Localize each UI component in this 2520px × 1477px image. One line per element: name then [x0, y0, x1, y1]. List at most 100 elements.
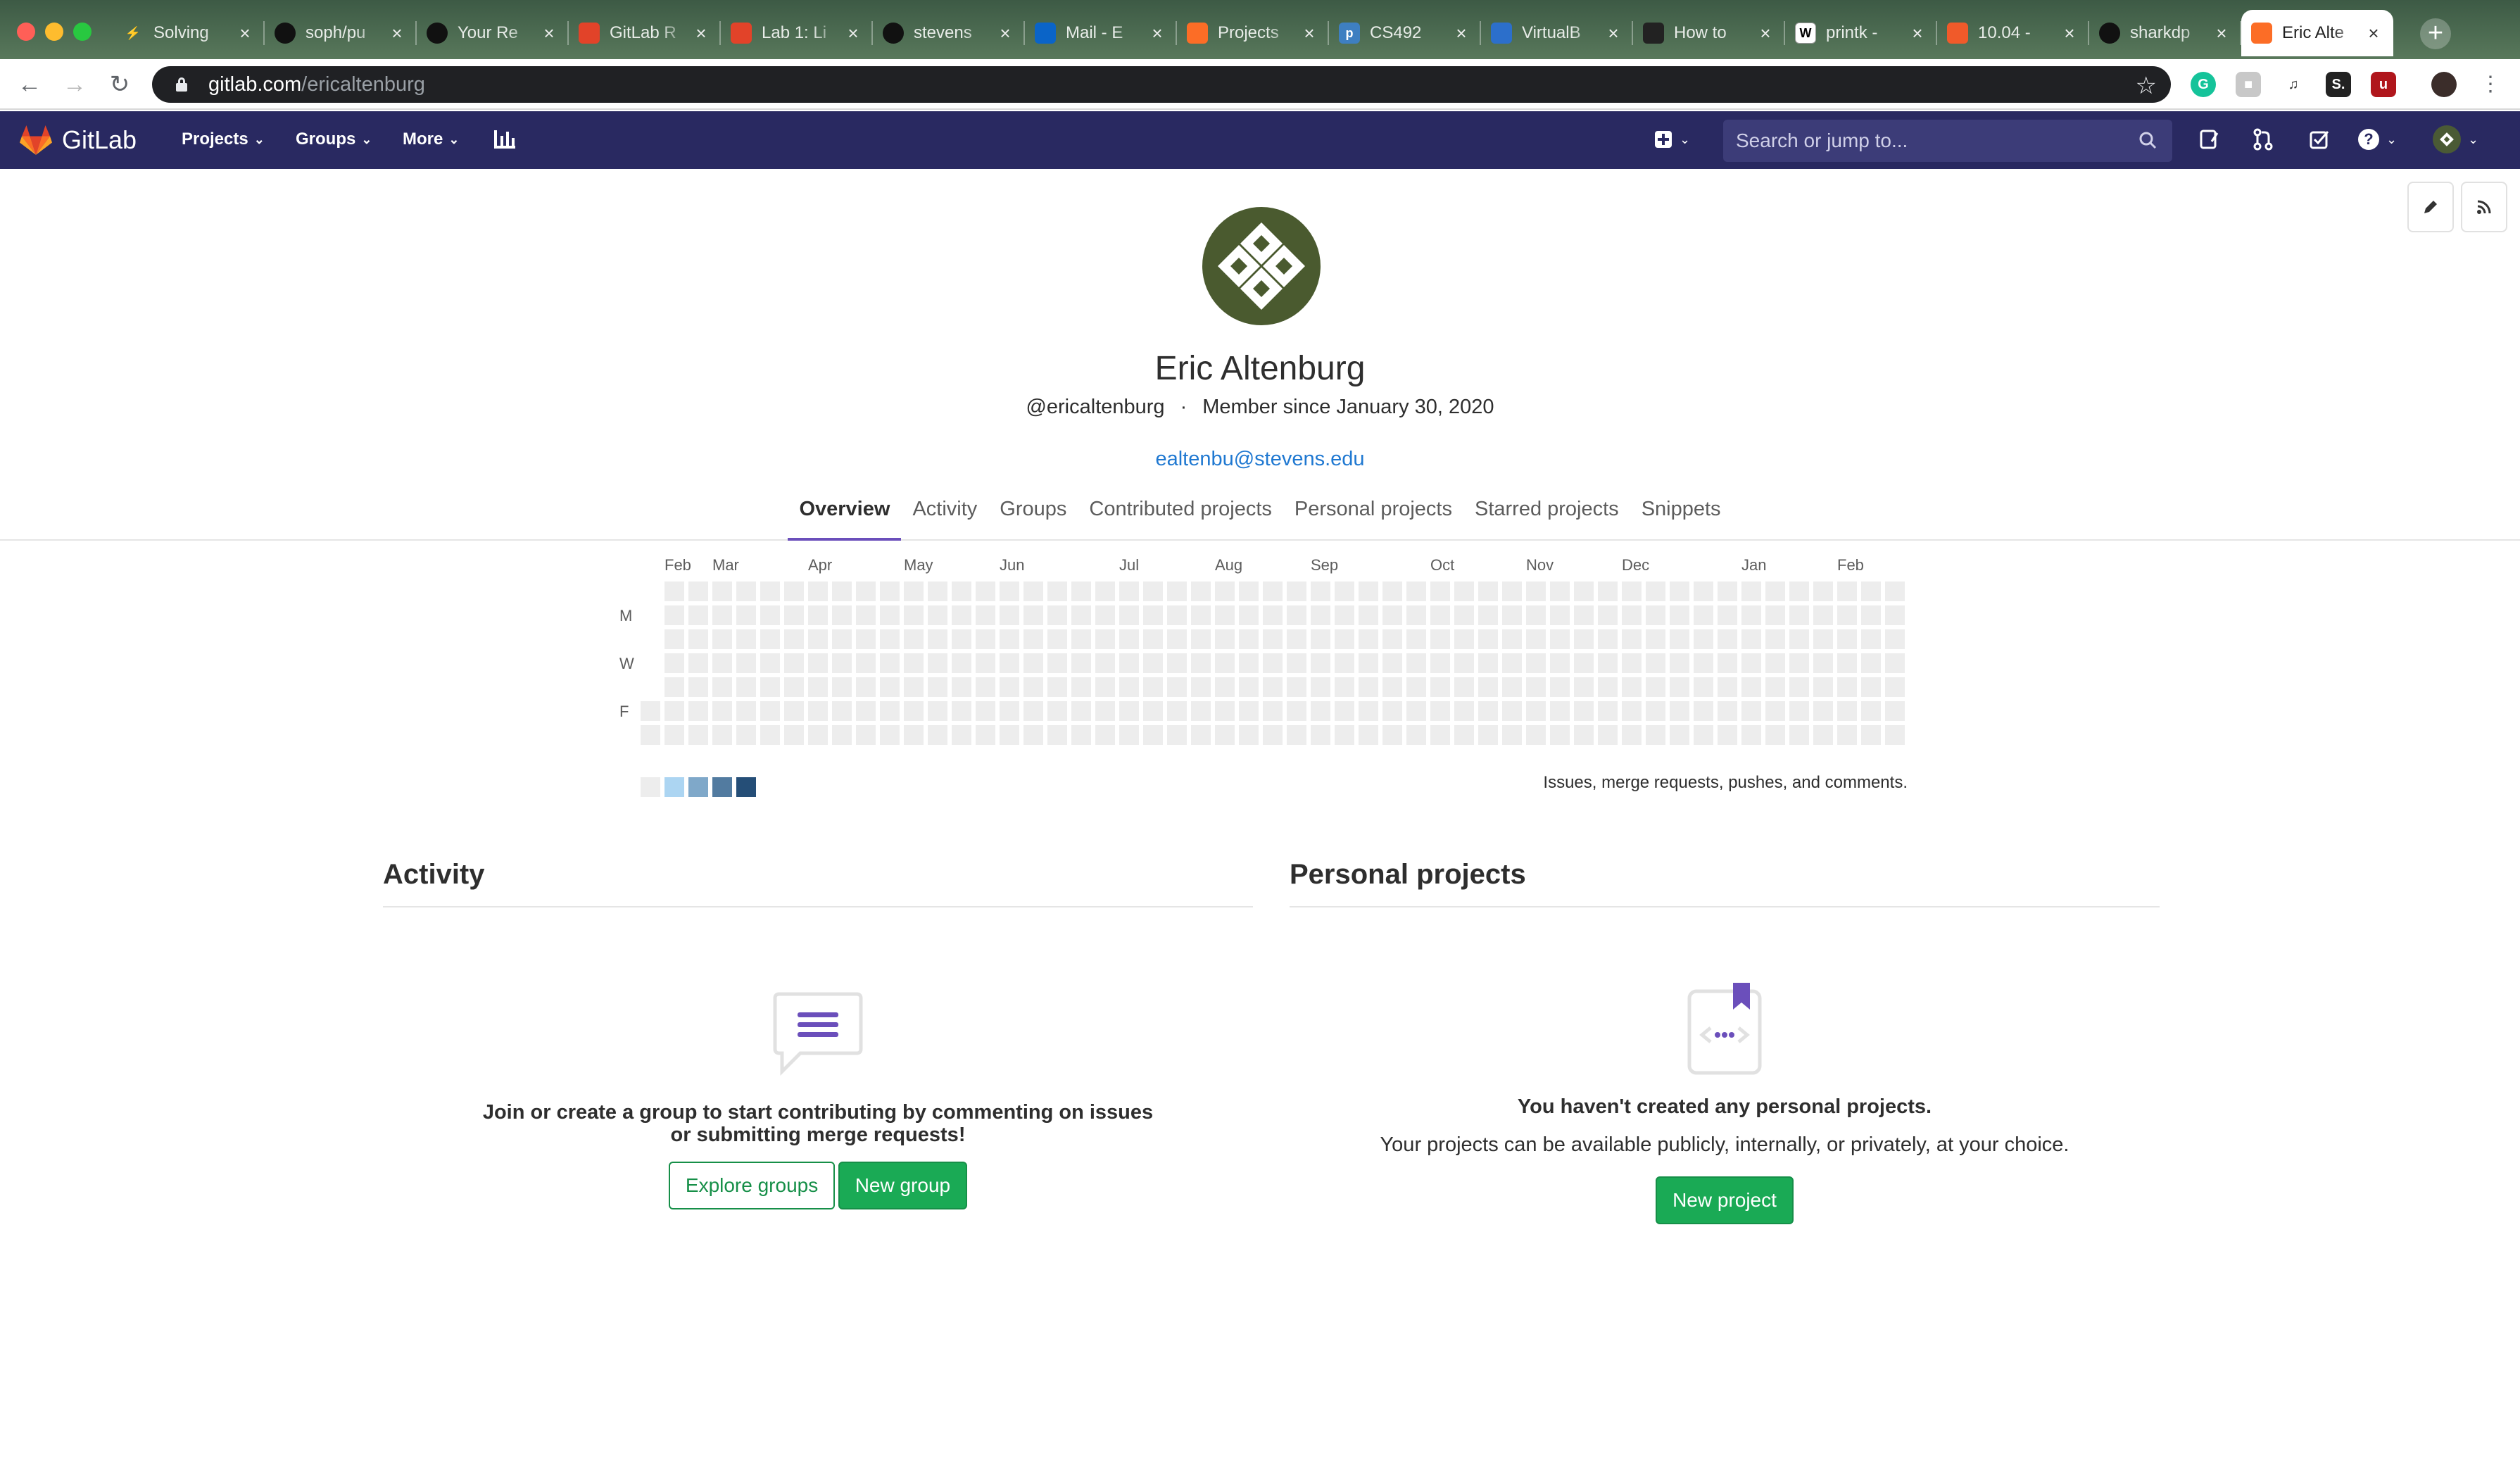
calendar-day-cell[interactable] — [1023, 725, 1043, 745]
todos-icon[interactable] — [2309, 125, 2330, 153]
calendar-day-cell[interactable] — [1143, 629, 1163, 649]
calendar-day-cell[interactable] — [1406, 605, 1426, 625]
browser-tab[interactable]: GitLab R × — [569, 10, 721, 56]
calendar-day-cell[interactable] — [1191, 701, 1211, 721]
calendar-day-cell[interactable] — [1143, 653, 1163, 673]
gitlab-home-link[interactable]: GitLab — [20, 125, 137, 155]
calendar-day-cell[interactable] — [1071, 582, 1091, 601]
search-input[interactable]: Search or jump to... — [1723, 120, 2172, 162]
calendar-day-cell[interactable] — [1646, 629, 1665, 649]
edit-profile-button[interactable] — [2407, 182, 2454, 232]
calendar-day-cell[interactable] — [880, 629, 900, 649]
calendar-day-cell[interactable] — [1861, 653, 1881, 673]
calendar-day-cell[interactable] — [1502, 582, 1522, 601]
calendar-day-cell[interactable] — [1000, 605, 1019, 625]
calendar-day-cell[interactable] — [1598, 701, 1618, 721]
calendar-day-cell[interactable] — [1550, 629, 1570, 649]
calendar-day-cell[interactable] — [1598, 677, 1618, 697]
calendar-day-cell[interactable] — [1215, 677, 1235, 697]
calendar-day-cell[interactable] — [664, 701, 684, 721]
calendar-day-cell[interactable] — [1406, 677, 1426, 697]
calendar-day-cell[interactable] — [1837, 701, 1857, 721]
calendar-day-cell[interactable] — [1167, 605, 1187, 625]
calendar-day-cell[interactable] — [808, 725, 828, 745]
calendar-day-cell[interactable] — [784, 725, 804, 745]
calendar-day-cell[interactable] — [1311, 629, 1330, 649]
calendar-day-cell[interactable] — [1837, 582, 1857, 601]
tab-personal-projects[interactable]: Personal projects — [1283, 486, 1463, 539]
calendar-day-cell[interactable] — [1239, 629, 1259, 649]
browser-tab[interactable]: soph/pu × — [265, 10, 417, 56]
calendar-day-cell[interactable] — [1047, 653, 1067, 673]
calendar-day-cell[interactable] — [928, 653, 947, 673]
calendar-day-cell[interactable] — [1287, 629, 1306, 649]
calendar-day-cell[interactable] — [1550, 605, 1570, 625]
calendar-day-cell[interactable] — [1478, 701, 1498, 721]
calendar-day-cell[interactable] — [1359, 605, 1378, 625]
calendar-day-cell[interactable] — [1000, 629, 1019, 649]
browser-tab[interactable]: Wprintk - × — [1785, 10, 1937, 56]
calendar-day-cell[interactable] — [952, 653, 971, 673]
browser-tab[interactable]: 10.04 - × — [1937, 10, 2089, 56]
issues-icon[interactable] — [2199, 125, 2220, 153]
calendar-day-cell[interactable] — [1143, 725, 1163, 745]
close-tab-icon[interactable]: × — [1299, 23, 1319, 44]
calendar-day-cell[interactable] — [1478, 605, 1498, 625]
calendar-day-cell[interactable] — [1119, 629, 1139, 649]
audio-extension-icon[interactable]: ♫ — [2281, 72, 2306, 97]
calendar-day-cell[interactable] — [1287, 653, 1306, 673]
calendar-day-cell[interactable] — [688, 653, 708, 673]
calendar-day-cell[interactable] — [1598, 629, 1618, 649]
calendar-day-cell[interactable] — [928, 582, 947, 601]
calendar-day-cell[interactable] — [1550, 582, 1570, 601]
calendar-day-cell[interactable] — [1095, 605, 1115, 625]
calendar-day-cell[interactable] — [760, 629, 780, 649]
calendar-day-cell[interactable] — [1837, 677, 1857, 697]
calendar-day-cell[interactable] — [1646, 582, 1665, 601]
calendar-day-cell[interactable] — [1311, 677, 1330, 697]
browser-tab[interactable]: sharkdp × — [2089, 10, 2241, 56]
calendar-day-cell[interactable] — [808, 677, 828, 697]
calendar-day-cell[interactable] — [1000, 653, 1019, 673]
calendar-day-cell[interactable] — [808, 653, 828, 673]
more-menu[interactable]: More ⌄ — [403, 130, 459, 149]
calendar-day-cell[interactable] — [1670, 701, 1689, 721]
tab-starred-projects[interactable]: Starred projects — [1463, 486, 1630, 539]
calendar-day-cell[interactable] — [1000, 677, 1019, 697]
calendar-day-cell[interactable] — [1119, 701, 1139, 721]
calendar-day-cell[interactable] — [1837, 725, 1857, 745]
calendar-day-cell[interactable] — [1023, 701, 1043, 721]
calendar-day-cell[interactable] — [1191, 582, 1211, 601]
groups-menu[interactable]: Groups ⌄ — [296, 130, 372, 149]
calendar-day-cell[interactable] — [832, 677, 852, 697]
calendar-day-cell[interactable] — [1646, 701, 1665, 721]
calendar-day-cell[interactable] — [1191, 677, 1211, 697]
calendar-day-cell[interactable] — [1239, 677, 1259, 697]
calendar-day-cell[interactable] — [1023, 582, 1043, 601]
calendar-day-cell[interactable] — [928, 677, 947, 697]
calendar-day-cell[interactable] — [1550, 701, 1570, 721]
calendar-day-cell[interactable] — [1335, 629, 1354, 649]
calendar-day-cell[interactable] — [1119, 605, 1139, 625]
calendar-day-cell[interactable] — [1478, 582, 1498, 601]
calendar-day-cell[interactable] — [1837, 653, 1857, 673]
calendar-day-cell[interactable] — [1191, 629, 1211, 649]
calendar-day-cell[interactable] — [784, 701, 804, 721]
calendar-day-cell[interactable] — [1335, 582, 1354, 601]
calendar-day-cell[interactable] — [1359, 725, 1378, 745]
calendar-day-cell[interactable] — [1119, 725, 1139, 745]
extension-icon[interactable]: ■ — [2236, 72, 2261, 97]
calendar-day-cell[interactable] — [1574, 629, 1594, 649]
calendar-day-cell[interactable] — [928, 725, 947, 745]
calendar-day-cell[interactable] — [1622, 629, 1642, 649]
calendar-day-cell[interactable] — [1143, 605, 1163, 625]
grammarly-extension-icon[interactable]: G — [2191, 72, 2216, 97]
calendar-day-cell[interactable] — [736, 629, 756, 649]
calendar-day-cell[interactable] — [1143, 677, 1163, 697]
calendar-day-cell[interactable] — [736, 677, 756, 697]
browser-tab[interactable]: Mail - E × — [1025, 10, 1177, 56]
calendar-day-cell[interactable] — [784, 582, 804, 601]
calendar-day-cell[interactable] — [1550, 653, 1570, 673]
calendar-day-cell[interactable] — [1095, 677, 1115, 697]
calendar-day-cell[interactable] — [928, 701, 947, 721]
